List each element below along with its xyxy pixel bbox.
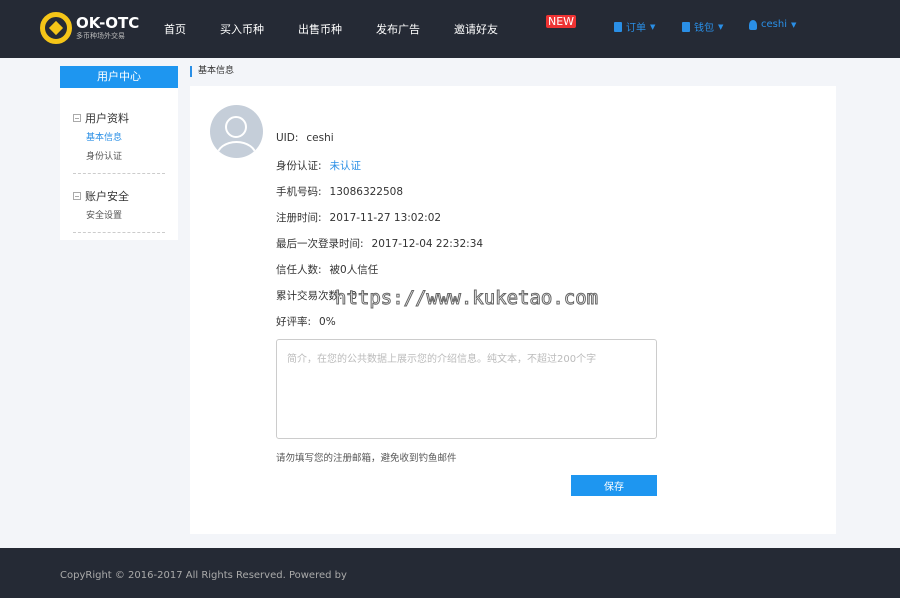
nav-sell[interactable]: 出售币种 <box>298 21 342 37</box>
value: 2017-12-04 22:32:34 <box>371 238 484 250</box>
sidebar-title: 用户中心 <box>60 66 178 88</box>
collapse-icon <box>73 192 81 200</box>
sidebar-group-security[interactable]: 账户安全 <box>73 188 129 204</box>
user-icon <box>749 19 757 30</box>
logo-subtitle: 多币种场外交易 <box>76 31 125 40</box>
wallet-icon <box>682 21 690 32</box>
label: 身份认证: <box>276 160 322 172</box>
label: UID: <box>276 132 299 144</box>
orders-menu[interactable]: 订单 ▼ <box>614 19 655 34</box>
logo[interactable]: OK-OTC 多币种场外交易 <box>40 12 139 44</box>
trust-count-row: 信任人数: 被0人信任 <box>276 262 378 277</box>
avatar[interactable] <box>210 105 263 158</box>
logo-title: OK-OTC <box>76 13 140 32</box>
last-login-row: 最后一次登录时间: 2017-12-04 22:32:34 <box>276 236 483 251</box>
label: 手机号码: <box>276 186 322 198</box>
divider <box>73 173 165 174</box>
clipboard-icon <box>614 21 622 32</box>
identity-row: 身份认证: 未认证 <box>276 158 361 173</box>
value: 0% <box>319 316 336 328</box>
chevron-down-icon: ▼ <box>790 20 797 29</box>
orders-label: 订单 <box>626 23 646 34</box>
nav-invite[interactable]: 邀请好友 NEW <box>454 15 596 37</box>
value: 2017-11-27 13:02:02 <box>329 212 442 224</box>
nav-buy[interactable]: 买入币种 <box>220 21 264 37</box>
uid-row: UID: ceshi <box>276 132 334 144</box>
sidebar-item-basic-info[interactable]: 基本信息 <box>86 130 122 143</box>
breadcrumb: 基本信息 <box>190 66 234 77</box>
register-time-row: 注册时间: 2017-11-27 13:02:02 <box>276 210 441 225</box>
phone-row: 手机号码: 13086322508 <box>276 184 403 199</box>
chevron-down-icon: ▼ <box>718 22 724 31</box>
wallet-label: 钱包 <box>694 23 714 34</box>
group-label: 用户资料 <box>85 112 129 125</box>
save-button[interactable]: 保存 <box>571 475 657 496</box>
collapse-icon <box>73 114 81 122</box>
nav-invite-label: 邀请好友 <box>454 23 498 36</box>
logo-icon <box>40 12 72 44</box>
sidebar: 用户中心 用户资料 基本信息 身份认证 账户安全 安全设置 <box>60 66 178 240</box>
user-label: ceshi <box>761 19 787 30</box>
value: 被0人信任 <box>329 264 379 276</box>
nav-post-ad[interactable]: 发布广告 <box>376 21 420 37</box>
sidebar-item-identity[interactable]: 身份认证 <box>86 149 122 162</box>
sidebar-group-profile[interactable]: 用户资料 <box>73 110 129 126</box>
rating-row: 好评率: 0% <box>276 314 336 329</box>
top-navbar: OK-OTC 多币种场外交易 首页 买入币种 出售币种 发布广告 邀请好友NEW … <box>0 0 900 58</box>
divider <box>73 232 165 233</box>
watermark: https://www.kuketao.com <box>334 287 599 310</box>
profile-panel: UID: ceshi 身份认证: 未认证 手机号码: 13086322508 注册时间… <box>190 86 836 534</box>
value: 13086322508 <box>329 186 404 198</box>
value: ceshi <box>306 132 334 144</box>
email-hint: 请勿填写您的注册邮箱，避免收到钓鱼邮件 <box>276 453 457 464</box>
footer: CopyRight © 2016-2017 All Rights Reserve… <box>0 548 900 598</box>
label: 好评率: <box>276 316 312 328</box>
copyright: CopyRight © 2016-2017 All Rights Reserve… <box>60 570 347 581</box>
user-menu[interactable]: ceshi ▼ <box>749 19 796 30</box>
sidebar-item-security-settings[interactable]: 安全设置 <box>86 208 122 221</box>
label: 累计交易次数: <box>276 290 343 302</box>
label: 注册时间: <box>276 212 322 224</box>
wallet-menu[interactable]: 钱包 ▼ <box>682 19 723 34</box>
label: 信任人数: <box>276 264 322 276</box>
avatar-head-icon <box>225 116 247 138</box>
label: 最后一次登录时间: <box>276 238 364 250</box>
chevron-down-icon: ▼ <box>650 22 656 31</box>
bio-textarea[interactable] <box>276 339 657 439</box>
unverified-link[interactable]: 未认证 <box>330 160 362 172</box>
nav-home[interactable]: 首页 <box>164 21 186 37</box>
group-label: 账户安全 <box>85 190 129 203</box>
new-badge: NEW <box>546 15 577 28</box>
avatar-body-icon <box>216 141 257 158</box>
